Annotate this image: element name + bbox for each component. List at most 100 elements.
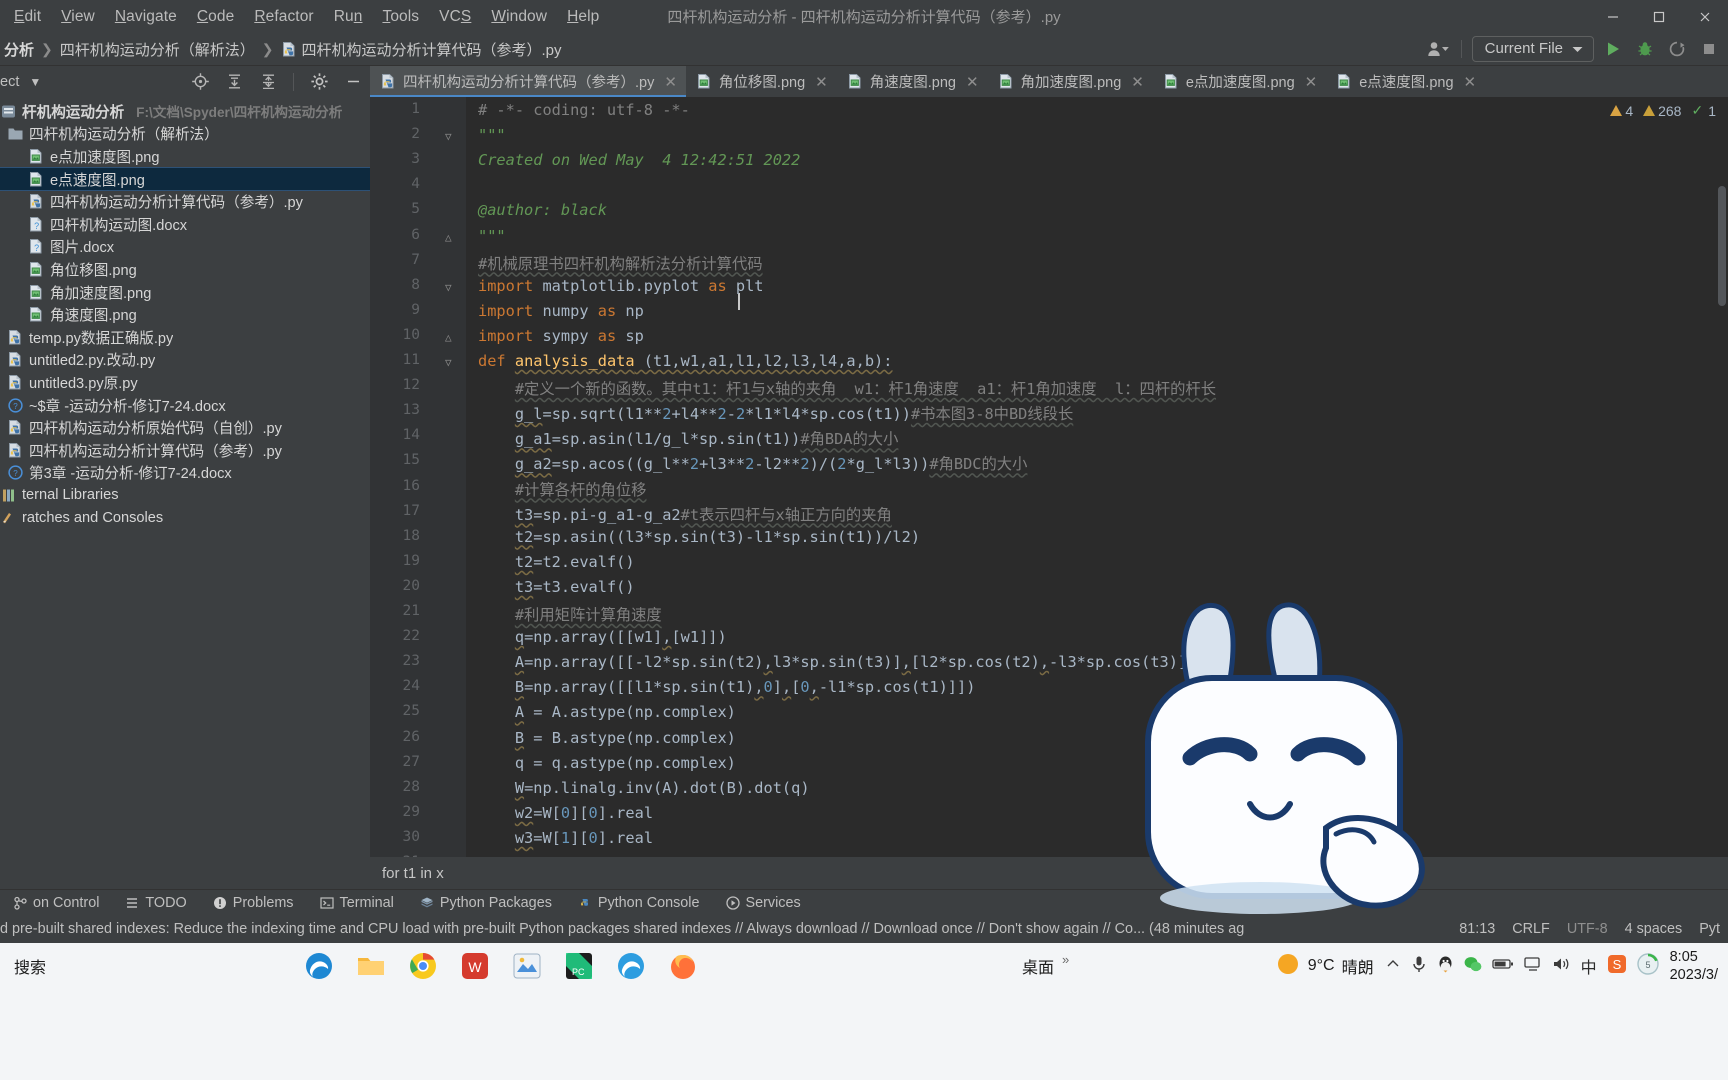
- wps-icon[interactable]: W: [456, 947, 494, 985]
- close-icon[interactable]: ✕: [962, 73, 979, 91]
- menu-item-code[interactable]: Code: [187, 4, 244, 30]
- breadcrumb-item-1[interactable]: 四杆机构运动分析（解析法）: [56, 39, 259, 60]
- tree-item[interactable]: temp.py数据正确版.py: [0, 326, 370, 349]
- pycharm-icon[interactable]: PC: [560, 947, 598, 985]
- project-tree[interactable]: 杆机构运动分析 F:\文档\Spyder\四杆机构运动分析 四杆机构运动分析（解析法…: [0, 97, 370, 857]
- tree-item[interactable]: ratches and Consoles: [0, 507, 370, 530]
- caret-position[interactable]: 81:13: [1459, 921, 1495, 937]
- indent-setting[interactable]: 4 spaces: [1625, 921, 1683, 937]
- editor-tab[interactable]: 角加速度图.png ✕: [988, 66, 1153, 97]
- code-fold-marker[interactable]: ▽: [445, 356, 452, 369]
- menu-item-run[interactable]: Run: [324, 4, 373, 30]
- editor-scrollbar[interactable]: [1718, 186, 1726, 306]
- menu-item-view[interactable]: View: [51, 4, 105, 30]
- line-separator[interactable]: CRLF: [1512, 921, 1550, 937]
- minimize-panel-icon[interactable]: [340, 69, 366, 95]
- microphone-icon[interactable]: [1411, 955, 1427, 978]
- qq-icon[interactable]: [1437, 955, 1454, 978]
- tool-window-button[interactable]: TODO: [112, 895, 199, 911]
- tree-item[interactable]: 杆机构运动分析 F:\文档\Spyder\四杆机构运动分析: [0, 100, 370, 123]
- close-icon[interactable]: ✕: [660, 73, 677, 91]
- tree-item[interactable]: ? ~$章 -运动分析-修订7-24.docx: [0, 394, 370, 417]
- taskbar-search[interactable]: 搜索: [0, 943, 200, 989]
- ime-chinese-icon[interactable]: 中: [1581, 954, 1597, 978]
- close-icon[interactable]: ✕: [1460, 73, 1477, 91]
- run-icon[interactable]: [1600, 36, 1626, 62]
- battery-icon[interactable]: [1491, 957, 1514, 976]
- project-panel-title[interactable]: ect: [0, 74, 19, 90]
- editor-tab[interactable]: 四杆机构运动分析计算代码（参考）.py ✕: [370, 66, 686, 97]
- menu-item-edit[interactable]: Edit: [4, 4, 51, 30]
- menu-item-refactor[interactable]: Refactor: [244, 4, 323, 30]
- status-message[interactable]: d pre-built shared indexes: Reduce the i…: [0, 921, 1244, 937]
- chevron-up-icon[interactable]: [1385, 956, 1401, 977]
- tree-item[interactable]: ? 四杆机构运动图.docx: [0, 213, 370, 236]
- expand-all-icon[interactable]: [221, 69, 247, 95]
- tree-item[interactable]: e点加速度图.png: [0, 145, 370, 168]
- tree-item[interactable]: 角速度图.png: [0, 303, 370, 326]
- explorer-icon[interactable]: [352, 947, 390, 985]
- taskbar-clock[interactable]: 8:05 2023/3/: [1670, 948, 1718, 984]
- taskbar-desktop-area[interactable]: 桌面 »: [1022, 943, 1069, 989]
- code-fold-marker[interactable]: ▽: [445, 281, 452, 294]
- menu-item-vcs[interactable]: VCS: [429, 4, 481, 30]
- tree-item[interactable]: 四杆机构运动分析（解析法）: [0, 123, 370, 146]
- tree-item[interactable]: ? 第3章 -运动分析-修订7-24.docx: [0, 462, 370, 485]
- menu-item-tools[interactable]: Tools: [372, 4, 429, 30]
- volume-icon[interactable]: [1552, 956, 1571, 977]
- tool-window-button[interactable]: Python Console: [565, 895, 713, 911]
- breadcrumb-item-2[interactable]: 四杆机构运动分析计算代码（参考）.py: [277, 39, 566, 60]
- edge-dev-icon[interactable]: [612, 947, 650, 985]
- paint-icon[interactable]: [508, 947, 546, 985]
- close-button[interactable]: [1682, 0, 1728, 33]
- tool-window-button[interactable]: Python Packages: [407, 895, 565, 911]
- python-interpreter[interactable]: Pyt: [1699, 921, 1720, 937]
- close-icon[interactable]: ✕: [1301, 73, 1318, 91]
- firefox-icon[interactable]: [664, 947, 702, 985]
- wechat-icon[interactable]: [1464, 956, 1482, 977]
- tree-item[interactable]: 四杆机构运动分析计算代码（参考）.py: [0, 190, 370, 213]
- editor-gutter[interactable]: 1 2 ▽ 3 4 5 6 △ 7 8 ▽ 9 10 △ 11 ▽ 12 13 14 15 16 17 18 19 20 21 22…: [370, 97, 466, 870]
- menu-item-help[interactable]: Help: [557, 4, 609, 30]
- desktop-pet-mascot[interactable]: [1130, 590, 1460, 930]
- chrome-browser-icon[interactable]: [404, 947, 442, 985]
- project-panel-chevron-icon[interactable]: ▼: [19, 75, 41, 89]
- close-icon[interactable]: ✕: [811, 73, 828, 91]
- gear-icon[interactable]: [306, 69, 332, 95]
- debug-icon[interactable]: [1632, 36, 1658, 62]
- stop-icon[interactable]: [1696, 36, 1722, 62]
- code-fold-marker[interactable]: △: [445, 331, 452, 344]
- sogou-icon[interactable]: S: [1607, 954, 1627, 979]
- code-fold-marker[interactable]: △: [445, 231, 452, 244]
- network-icon[interactable]: [1523, 956, 1542, 977]
- code-text[interactable]: # -*- coding: utf-8 -*- """ Created on Wed…: [466, 97, 1728, 857]
- user-icon[interactable]: [1425, 36, 1451, 62]
- minimize-button[interactable]: [1590, 0, 1636, 33]
- tool-window-button[interactable]: Problems: [200, 895, 307, 911]
- editor-tab[interactable]: e点速度图.png ✕: [1326, 66, 1485, 97]
- breadcrumb-item-0[interactable]: 分析: [0, 39, 38, 60]
- overflow-icon[interactable]: »: [1062, 952, 1069, 967]
- tree-item[interactable]: e点速度图.png: [0, 166, 370, 192]
- 360-icon[interactable]: 5: [1636, 952, 1659, 980]
- menu-item-navigate[interactable]: Navigate: [105, 4, 187, 30]
- tool-window-button[interactable]: Services: [713, 895, 814, 911]
- collapse-all-icon[interactable]: [255, 69, 281, 95]
- crosshair-icon[interactable]: [187, 69, 213, 95]
- tree-item[interactable]: ? 图片.docx: [0, 236, 370, 259]
- menu-item-window[interactable]: Window: [481, 4, 557, 30]
- tree-item[interactable]: 角加速度图.png: [0, 281, 370, 304]
- file-encoding[interactable]: UTF-8: [1567, 921, 1608, 937]
- tree-item[interactable]: 四杆机构运动分析计算代码（参考）.py: [0, 439, 370, 462]
- editor-tab[interactable]: e点加速度图.png ✕: [1153, 66, 1326, 97]
- edge-icon[interactable]: [300, 947, 338, 985]
- close-icon[interactable]: ✕: [1127, 73, 1144, 91]
- tool-window-button[interactable]: Terminal: [307, 895, 407, 911]
- inspection-widget[interactable]: 4 268 ✓ 1: [1610, 102, 1716, 119]
- tree-item[interactable]: untitled2.py.改动.py: [0, 349, 370, 372]
- code-fold-marker[interactable]: ▽: [445, 130, 452, 143]
- tool-window-button[interactable]: on Control: [0, 895, 112, 911]
- weather-widget[interactable]: 9°C 晴朗: [1275, 951, 1374, 982]
- maximize-button[interactable]: [1636, 0, 1682, 33]
- tree-item[interactable]: 四杆机构运动分析原始代码（自创）.py: [0, 416, 370, 439]
